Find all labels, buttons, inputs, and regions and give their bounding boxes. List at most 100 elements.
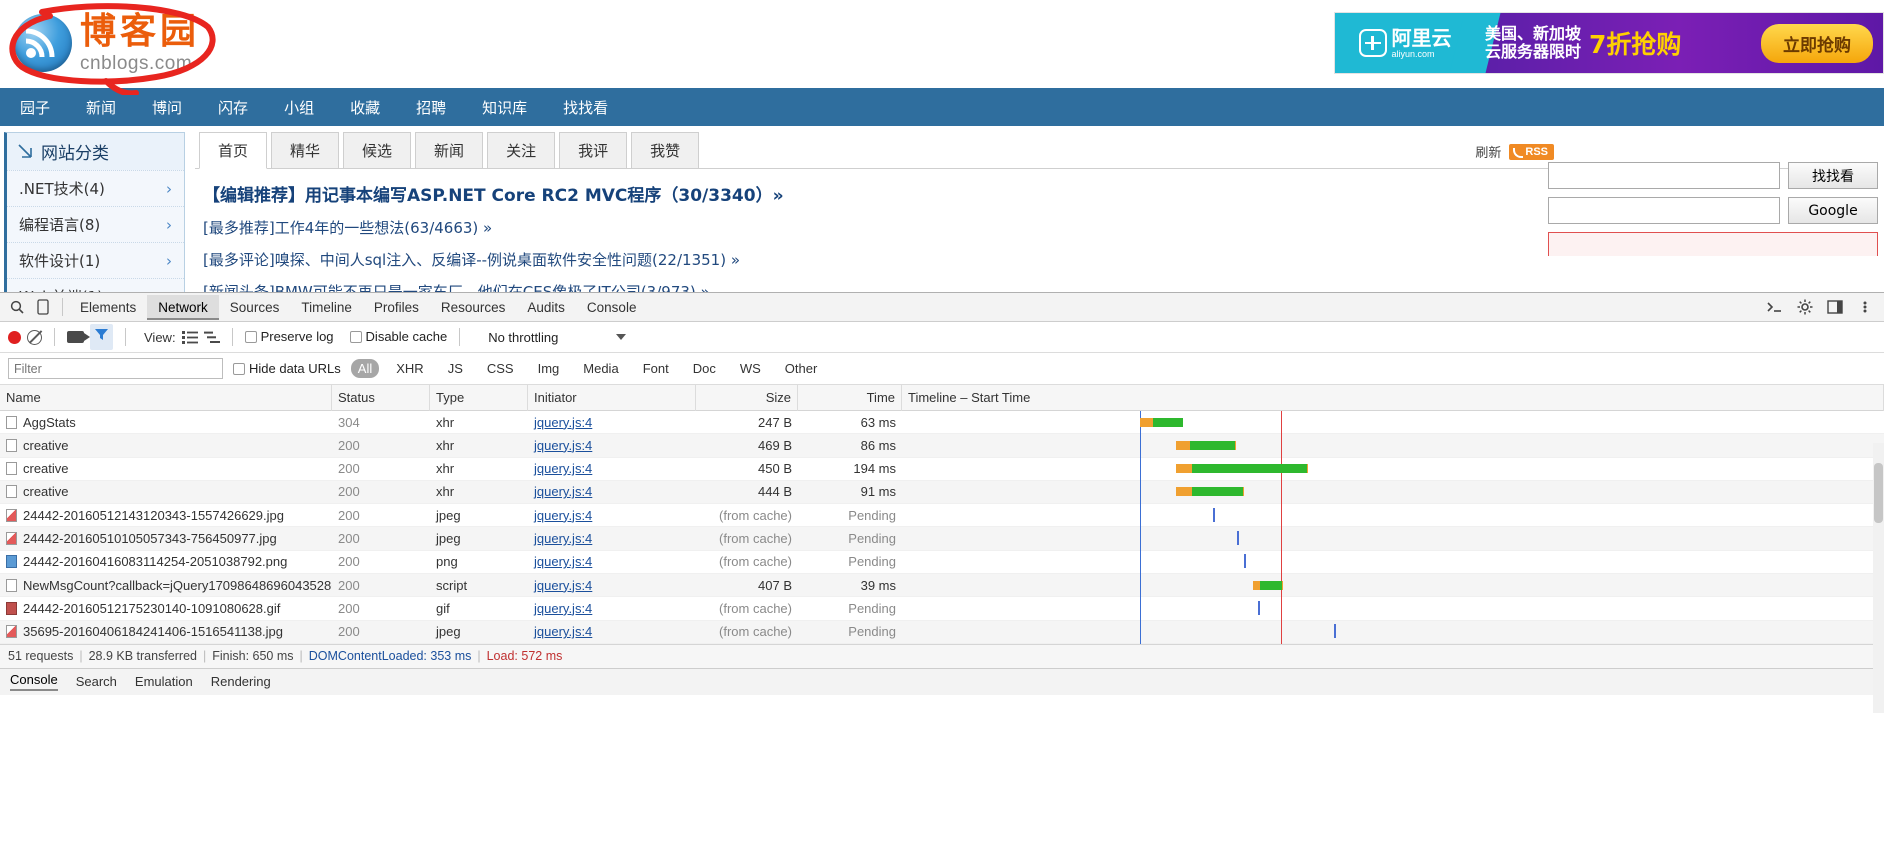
nav-item-6[interactable]: 招聘 [416, 97, 446, 118]
initiator-link[interactable]: jquery.js:4 [534, 508, 592, 523]
rss-badge[interactable]: RSS [1509, 143, 1554, 160]
article-link-3[interactable]: [新闻头条]BMW可能不再只是一家车厂，他们在CES像极了IT公司(3/973)… [203, 283, 710, 292]
devtools-tab-timeline[interactable]: Timeline [290, 295, 363, 320]
device-toolbar-icon[interactable] [30, 295, 56, 319]
table-row[interactable]: creative 200 xhr jquery.js:4 444 B 91 ms [0, 480, 1884, 505]
google-search-button[interactable]: Google [1788, 197, 1878, 224]
nav-item-0[interactable]: 园子 [20, 97, 50, 118]
chevron-down-icon[interactable] [616, 334, 627, 340]
preserve-log-checkbox[interactable]: Preserve log [244, 328, 334, 346]
sidebar-item-dotnet[interactable]: .NET技术(4) › [7, 170, 184, 206]
initiator-link[interactable]: jquery.js:4 [534, 461, 592, 476]
ad-cta-button[interactable]: 立即抢购 [1761, 23, 1873, 63]
devtools-tab-elements[interactable]: Elements [69, 295, 147, 320]
initiator-link[interactable]: jquery.js:4 [534, 601, 592, 616]
devtools-tab-network[interactable]: Network [147, 294, 219, 320]
column-header-name[interactable]: Name [0, 384, 332, 411]
article-link-0[interactable]: 【编辑推荐】用记事本编写ASP.NET Core RC2 MVC程序（30/33… [203, 186, 784, 206]
type-filter-media[interactable]: Media [576, 359, 625, 378]
type-filter-js[interactable]: JS [441, 359, 470, 378]
filter-input[interactable] [8, 358, 223, 379]
more-options-icon[interactable] [1852, 295, 1878, 319]
record-button[interactable] [8, 330, 21, 344]
dock-position-icon[interactable] [1822, 295, 1848, 319]
nav-item-7[interactable]: 知识库 [482, 97, 527, 118]
column-header-status[interactable]: Status [332, 384, 430, 411]
sidebar-item-webfrontend[interactable]: Web前端(1) › [7, 278, 184, 292]
column-header-type[interactable]: Type [430, 384, 528, 411]
nav-item-2[interactable]: 博问 [152, 97, 182, 118]
throttling-select[interactable]: No throttling [488, 330, 558, 345]
type-filter-img[interactable]: Img [531, 359, 567, 378]
site-logo[interactable]: 博客园 cnblogs.com [14, 6, 214, 80]
view-list-icon[interactable] [181, 330, 198, 344]
article-link-1[interactable]: [最多推荐]工作4年的一些想法(63/4663) » [203, 219, 492, 237]
initiator-link[interactable]: jquery.js:4 [534, 578, 592, 593]
devtools-tab-profiles[interactable]: Profiles [363, 295, 430, 320]
column-header-timeline[interactable]: Timeline – Start Time [902, 384, 1884, 411]
table-row[interactable]: 35695-20160406184241406-1516541138.jpg 20… [0, 620, 1884, 644]
column-header-initiator[interactable]: Initiator [528, 384, 696, 411]
type-filter-css[interactable]: CSS [480, 359, 521, 378]
nav-item-3[interactable]: 闪存 [218, 97, 248, 118]
type-filter-xhr[interactable]: XHR [389, 359, 430, 378]
drawer-tab-emulation[interactable]: Emulation [135, 674, 193, 689]
nav-item-4[interactable]: 小组 [284, 97, 314, 118]
initiator-link[interactable]: jquery.js:4 [534, 484, 592, 499]
tab-my-likes[interactable]: 我赞 [631, 132, 700, 168]
column-header-time[interactable]: Time [798, 384, 902, 411]
table-row[interactable]: NewMsgCount?callback=jQuery1709864869604… [0, 574, 1884, 598]
view-waterfall-icon[interactable] [203, 331, 220, 344]
tab-news[interactable]: 新闻 [415, 132, 484, 168]
type-filter-ws[interactable]: WS [733, 359, 768, 378]
table-row[interactable]: 24442-20160512175230140-1091080628.gif 20… [0, 597, 1884, 621]
column-header-size[interactable]: Size [696, 384, 798, 411]
type-filter-all[interactable]: All [350, 359, 380, 378]
tab-following[interactable]: 关注 [487, 132, 556, 168]
devtools-tab-console[interactable]: Console [576, 295, 648, 320]
table-scrollbar[interactable] [1873, 443, 1884, 713]
nav-item-1[interactable]: 新闻 [86, 97, 116, 118]
filter-icon[interactable] [90, 324, 113, 350]
nav-item-5[interactable]: 收藏 [350, 97, 380, 118]
sidebar-item-softwaredesign[interactable]: 软件设计(1) › [7, 242, 184, 278]
type-filter-doc[interactable]: Doc [686, 359, 723, 378]
devtools-tab-resources[interactable]: Resources [430, 295, 517, 320]
gear-icon[interactable] [1792, 295, 1818, 319]
sidebar-item-languages[interactable]: 编程语言(8) › [7, 206, 184, 242]
console-drawer-icon[interactable] [1762, 295, 1788, 319]
tab-candidates[interactable]: 候选 [343, 132, 412, 168]
initiator-link[interactable]: jquery.js:4 [534, 531, 592, 546]
table-row[interactable]: 24442-20160416083114254-2051038792.png 20… [0, 551, 1884, 575]
tab-home[interactable]: 首页 [199, 132, 268, 169]
table-row[interactable]: AggStats 304 xhr jquery.js:4 247 B 63 ms [0, 411, 1884, 435]
status-domcontentloaded[interactable]: DOMContentLoaded: 353 ms [309, 649, 472, 663]
tab-featured[interactable]: 精华 [271, 132, 340, 168]
clear-icon[interactable] [27, 329, 42, 345]
table-row[interactable]: 24442-20160510105057343-756450977.jpg 200… [0, 527, 1884, 551]
type-filter-font[interactable]: Font [636, 359, 676, 378]
list-item[interactable]: [新闻头条]BMW可能不再只是一家车厂，他们在CES像极了IT公司(3/973)… [203, 281, 1870, 292]
devtools-tab-audits[interactable]: Audits [516, 295, 576, 320]
drawer-tab-rendering[interactable]: Rendering [211, 674, 271, 689]
refresh-link[interactable]: 刷新 [1475, 142, 1501, 161]
site-search-button[interactable]: 找找看 [1788, 162, 1878, 189]
google-search-input[interactable] [1548, 197, 1780, 224]
hide-data-urls-checkbox[interactable]: Hide data URLs [233, 360, 341, 378]
initiator-link[interactable]: jquery.js:4 [534, 554, 592, 569]
site-search-input[interactable] [1548, 162, 1780, 189]
type-filter-other[interactable]: Other [778, 359, 825, 378]
initiator-link[interactable]: jquery.js:4 [534, 624, 592, 639]
drawer-tab-console[interactable]: Console [10, 672, 58, 691]
ad-banner[interactable]: 阿里云 aliyun.com 美国、新加坡 云服务器限时 7折抢购 立即抢购 [1334, 12, 1884, 74]
capture-screenshots-icon[interactable] [67, 331, 90, 343]
disable-cache-checkbox[interactable]: Disable cache [349, 328, 447, 346]
article-link-2[interactable]: [最多评论]嗅探、中间人sql注入、反编译--例说桌面软件安全性问题(22/13… [203, 251, 740, 269]
initiator-link[interactable]: jquery.js:4 [534, 438, 592, 453]
devtools-tab-sources[interactable]: Sources [219, 295, 291, 320]
table-row[interactable]: creative 200 xhr jquery.js:4 469 B 86 ms [0, 434, 1884, 458]
nav-item-8[interactable]: 找找看 [563, 97, 608, 118]
drawer-tab-search[interactable]: Search [76, 674, 117, 689]
table-row[interactable]: 24442-20160512143120343-1557426629.jpg 20… [0, 504, 1884, 528]
initiator-link[interactable]: jquery.js:4 [534, 415, 592, 430]
